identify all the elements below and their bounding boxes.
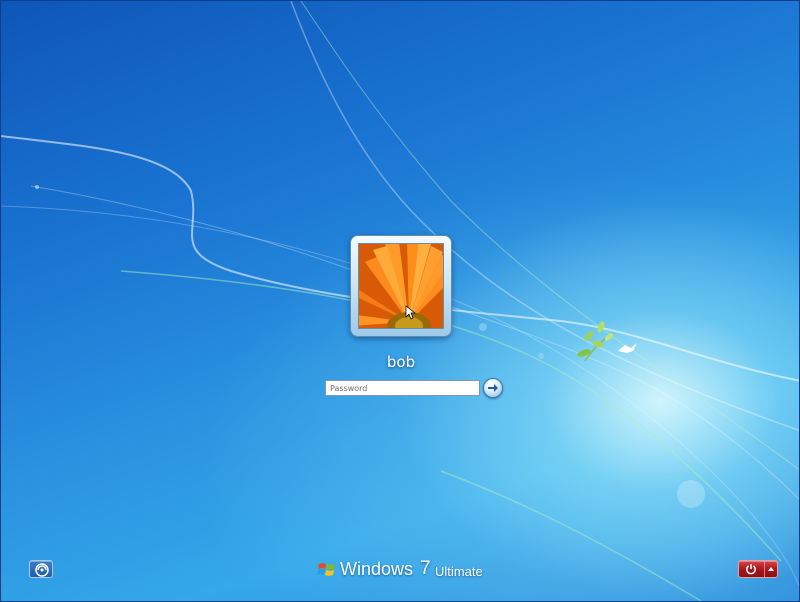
brand-name: Windows (340, 559, 414, 579)
shutdown-controls (738, 560, 778, 578)
submit-button[interactable] (483, 378, 503, 398)
flower-picture (358, 243, 444, 329)
ease-of-access-button[interactable] (29, 560, 53, 578)
shutdown-options-button[interactable] (765, 561, 777, 577)
windows-branding: Windows 7 Ultimate (317, 558, 517, 583)
power-icon (746, 564, 756, 575)
brand-edition: Ultimate (435, 564, 483, 579)
brand-version: 7 (420, 558, 431, 579)
user-avatar[interactable] (350, 235, 452, 337)
arrow-right-icon (488, 384, 498, 392)
leaves-and-bird (577, 321, 637, 362)
ease-of-access-icon (35, 563, 49, 577)
password-field[interactable] (325, 380, 480, 396)
logon-screen: bob Windows 7 Ultimate (0, 0, 800, 602)
shutdown-button[interactable] (739, 561, 764, 577)
triangle-up-icon (768, 567, 774, 571)
windows-logo-icon (317, 563, 335, 576)
username-label: bob (386, 353, 416, 371)
